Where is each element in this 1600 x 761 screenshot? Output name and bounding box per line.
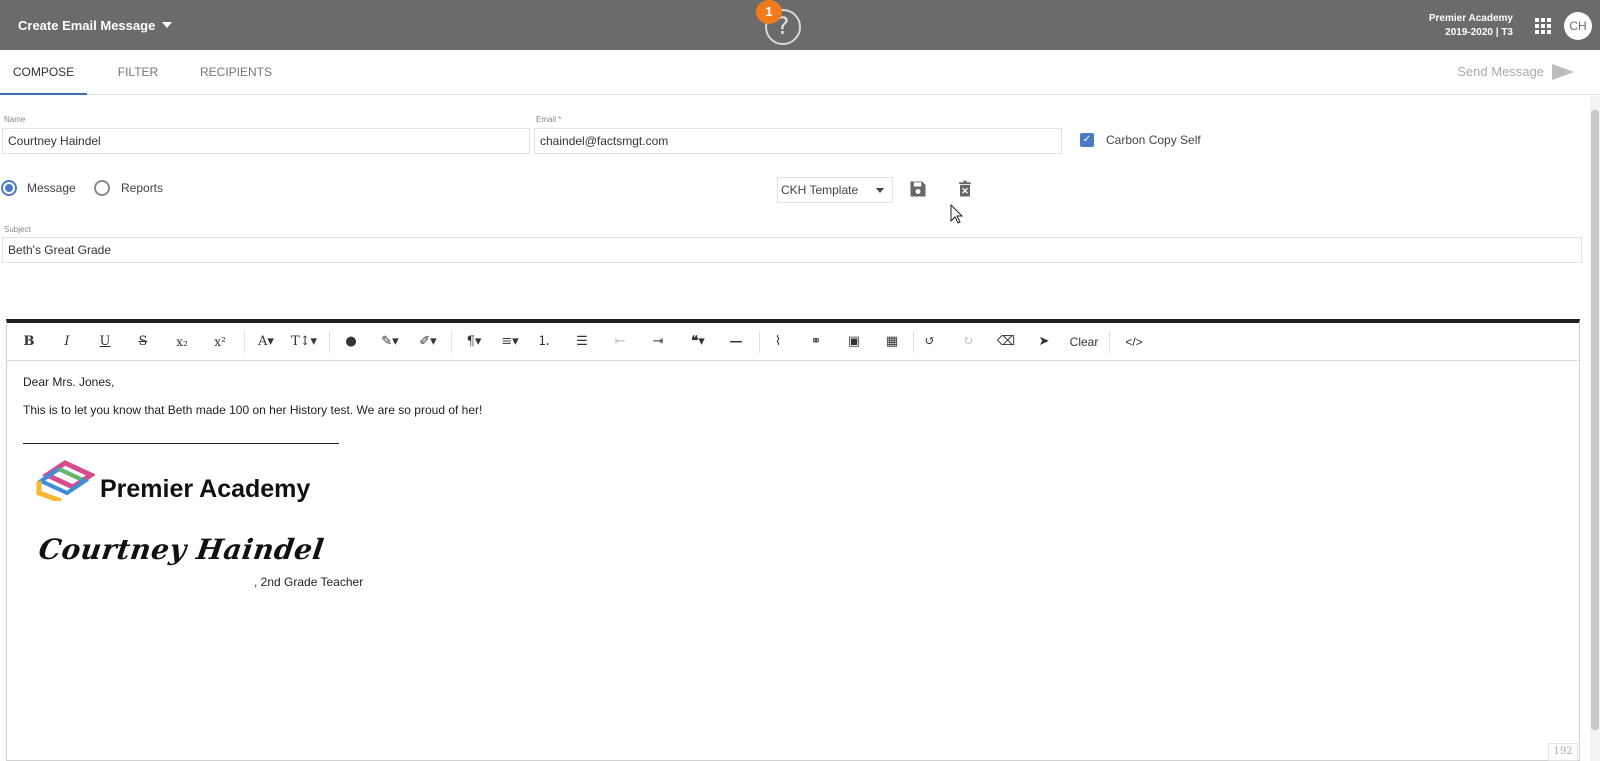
select-icon[interactable]: ➤ [1033,323,1055,361]
school-term: 2019-2020 | T3 [1445,27,1513,38]
email-field[interactable]: chaindel@factsmgt.com [534,128,1062,154]
signature-divider [23,443,339,444]
eraser-icon[interactable]: ⌫ [995,323,1017,361]
editor-toolbar: B I U S x₂ x² A▾ T↕▾ ● ✎▾ ✐▾ ¶▾ ≡▾ ⒈ ☰ ⇤… [7,323,1579,361]
subject-field[interactable]: Beth's Great Grade [2,237,1582,263]
paragraph-icon[interactable]: ¶▾ [459,323,489,361]
toolbar-separator [759,331,760,353]
signature-role: , 2nd Grade Teacher [254,575,364,589]
redo-icon[interactable]: ↻ [957,323,979,361]
color-drop-icon[interactable]: ● [341,323,361,361]
template-select[interactable]: CKH Template [777,177,893,203]
link-icon[interactable]: ⚭ [805,323,827,361]
unordered-list-icon[interactable]: ☰ [571,323,593,361]
tab-bar: COMPOSE FILTER RECIPIENTS Send Message [0,50,1600,95]
font-family-icon[interactable]: A▾ [251,323,281,361]
send-message-button[interactable]: Send Message [1457,50,1544,94]
radio-reports[interactable] [94,180,110,196]
name-label: Name [4,115,26,124]
strikethrough-icon[interactable]: S [133,323,153,361]
undo-icon[interactable]: ↺ [919,323,941,361]
subscript-icon[interactable]: x₂ [171,323,193,361]
code-view-icon[interactable]: </> [1119,323,1149,361]
horizontal-rule-icon[interactable]: — [725,323,747,361]
radio-message-label: Message [27,181,76,195]
carbon-copy-checkbox[interactable]: ✓ [1080,133,1094,147]
rich-text-editor: B I U S x₂ x² A▾ T↕▾ ● ✎▾ ✐▾ ¶▾ ≡▾ ⒈ ☰ ⇤… [6,319,1580,761]
logo-text: Premier Academy [100,475,311,503]
carbon-copy-label: Carbon Copy Self [1106,133,1201,147]
send-icon[interactable] [1552,64,1574,80]
toolbar-separator [244,331,245,353]
chevron-down-icon [876,188,884,193]
save-template-icon[interactable] [908,179,928,199]
radio-reports-label: Reports [121,181,164,195]
scrollbar-thumb[interactable] [1591,110,1599,730]
template-select-value: CKH Template [781,183,859,197]
superscript-icon[interactable]: x² [209,323,231,361]
delete-template-icon[interactable] [955,179,975,199]
toolbar-separator [451,331,452,353]
indent-icon[interactable]: ⇥ [647,323,669,361]
italic-icon[interactable]: I [57,323,77,361]
outdent-icon[interactable]: ⇤ [609,323,631,361]
attachment-icon[interactable]: ⌇ [767,323,789,361]
image-icon[interactable]: ▣ [843,323,865,361]
subject-label: Subject [4,225,31,234]
app-header: Create Email Message ? 1 Premier Academy… [0,0,1600,50]
email-body-text: This is to let you know that Beth made 1… [23,403,483,417]
highlighter-icon[interactable]: ✐▾ [413,323,443,361]
table-icon[interactable]: ▦ [881,323,903,361]
signature: Courtney Haindel [36,533,327,566]
character-count: 192 [1548,743,1578,761]
align-icon[interactable]: ≡▾ [495,323,525,361]
apps-grid-icon[interactable] [1535,18,1551,34]
email-greeting: Dear Mrs. Jones, [23,375,115,389]
help-notification-badge: 1 [756,0,782,24]
toolbar-separator [329,331,330,353]
tab-recipients[interactable]: RECIPIENTS [190,50,282,95]
tab-filter[interactable]: FILTER [105,50,171,95]
font-size-icon[interactable]: T↕▾ [289,323,319,361]
school-info[interactable]: Premier Academy 2019-2020 | T3 [1429,12,1513,40]
page-scrollbar[interactable] [1590,96,1600,761]
toolbar-separator [913,331,914,353]
bold-icon[interactable]: B [19,323,39,361]
school-logo-icon [36,460,95,501]
title-dropdown-icon[interactable] [162,22,172,28]
radio-message[interactable] [1,180,17,196]
mouse-cursor-icon [950,204,964,224]
ordered-list-icon[interactable]: ⒈ [533,323,555,361]
tab-compose[interactable]: COMPOSE [0,50,87,95]
name-field[interactable]: Courtney Haindel [2,128,530,154]
school-name: Premier Academy [1428,13,1513,24]
clear-button[interactable]: Clear [1064,323,1104,361]
brush-icon[interactable]: ✎▾ [375,323,405,361]
quote-icon[interactable]: ❝▾ [683,323,713,361]
user-avatar[interactable]: CH [1564,12,1592,40]
toolbar-separator [1109,331,1110,353]
page-title[interactable]: Create Email Message [18,18,155,33]
underline-icon[interactable]: U [95,323,115,361]
email-label: Email * [536,115,562,124]
